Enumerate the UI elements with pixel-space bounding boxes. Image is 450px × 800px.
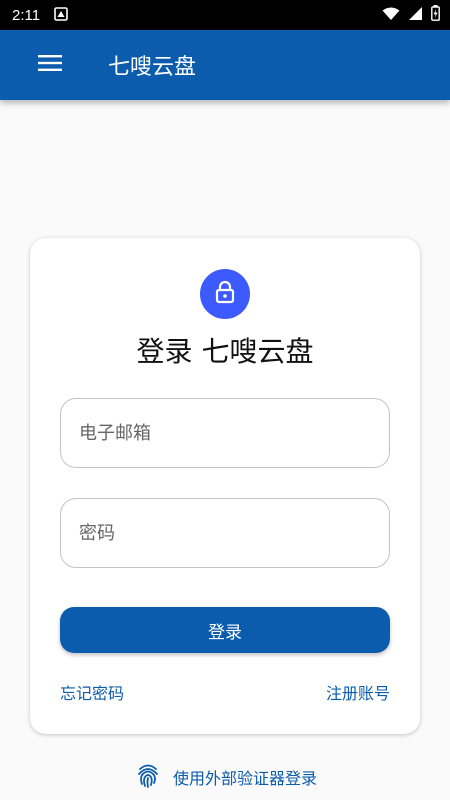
login-title: 登录 七嗖云盘 [136, 335, 314, 368]
wifi-icon [382, 6, 400, 25]
email-field [60, 398, 390, 468]
email-input[interactable] [61, 399, 389, 467]
login-button[interactable]: 登录 [60, 607, 390, 653]
register-link[interactable]: 注册账号 [326, 680, 390, 704]
menu-button[interactable] [25, 40, 75, 90]
menu-icon [38, 54, 62, 76]
status-right [382, 5, 440, 25]
lock-icon [214, 280, 236, 308]
status-bar: 2:11 [0, 0, 450, 30]
app-title: 七嗖云盘 [108, 55, 197, 80]
password-input[interactable] [61, 499, 389, 567]
password-field [60, 498, 390, 568]
forgot-password-link[interactable]: 忘记密码 [60, 680, 124, 704]
status-time: 2:11 [12, 6, 41, 24]
signal-icon [408, 6, 423, 25]
battery-icon [431, 5, 440, 25]
external-login-button[interactable]: 使用外部验证器登录 [2, 762, 450, 792]
lock-badge [200, 269, 250, 319]
app-bar: 七嗖云盘 [0, 30, 450, 100]
notification-icon [54, 6, 68, 25]
external-login-label: 使用外部验证器登录 [172, 769, 317, 788]
login-card: 登录 七嗖云盘 登录 忘记密码 注册账号 [30, 238, 420, 734]
fingerprint-icon [137, 762, 159, 792]
status-left: 2:11 [12, 6, 68, 25]
